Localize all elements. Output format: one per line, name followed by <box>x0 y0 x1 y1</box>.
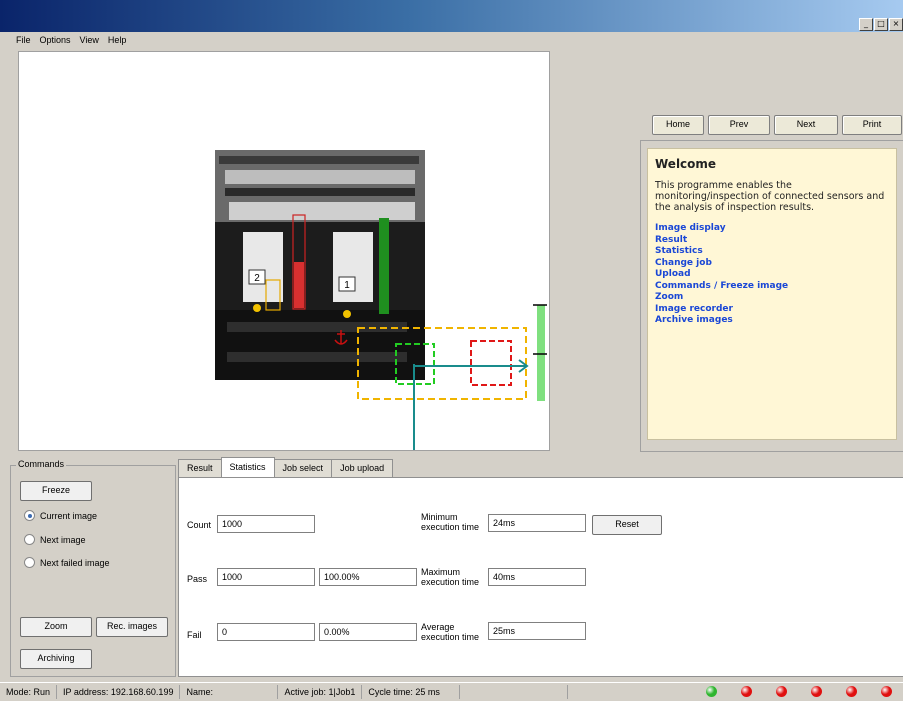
window-controls: _ □ × <box>859 18 903 31</box>
min-time-label: Minimum execution time <box>421 512 480 532</box>
radio-next-failed-image[interactable]: Next failed image <box>24 557 110 568</box>
tab-statistics[interactable]: Statistics <box>220 457 275 477</box>
status-cycle: Cycle time: 25 ms <box>362 685 461 699</box>
help-panel: Welcome This programme enables the monit… <box>647 148 897 440</box>
status-empty <box>460 685 569 699</box>
status-job: Active job: 1|Job1 <box>278 685 363 699</box>
pass-percent-field: 100.00% <box>319 568 417 586</box>
help-link-image-display[interactable]: Image display <box>655 223 889 235</box>
help-link-zoom[interactable]: Zoom <box>655 292 889 304</box>
help-link-change-job[interactable]: Change job <box>655 258 889 270</box>
help-link-upload[interactable]: Upload <box>655 269 889 281</box>
help-link-statistics[interactable]: Statistics <box>655 246 889 258</box>
avg-time-field: 25ms <box>488 622 586 640</box>
status-mode: Mode: Run <box>0 685 58 699</box>
minimize-button[interactable]: _ <box>859 18 873 31</box>
title-bar: _ □ × <box>0 0 903 32</box>
roi-label-2: 2 <box>254 273 260 284</box>
tab-job-select[interactable]: Job select <box>273 459 333 477</box>
archiving-button[interactable]: Archiving <box>20 649 92 669</box>
help-text: This programme enables the monitoring/in… <box>655 180 885 213</box>
roi-label-1: 1 <box>344 280 350 291</box>
help-link-image-recorder[interactable]: Image recorder <box>655 304 889 316</box>
max-time-field: 40ms <box>488 568 586 586</box>
status-led-red-icon <box>776 686 787 697</box>
reset-button[interactable]: Reset <box>592 515 662 535</box>
status-led-red-icon <box>846 686 857 697</box>
fail-label: Fail <box>187 630 202 640</box>
tab-job-upload[interactable]: Job upload <box>331 459 394 477</box>
sensor-image: 2 1 <box>215 150 547 450</box>
connector-bottom <box>215 310 425 380</box>
roi-red-box <box>470 340 512 386</box>
min-time-field: 24ms <box>488 514 586 532</box>
freeze-button[interactable]: Freeze <box>20 481 92 501</box>
count-field: 1000 <box>217 515 315 533</box>
help-link-archive-images[interactable]: Archive images <box>655 315 889 327</box>
menu-options[interactable]: Options <box>40 35 71 45</box>
status-name: Name: <box>180 685 279 699</box>
help-link-result[interactable]: Result <box>655 235 889 247</box>
fail-percent-field: 0.00% <box>319 623 417 641</box>
status-led-red-icon <box>811 686 822 697</box>
radio-label: Next image <box>40 534 86 545</box>
maximize-button[interactable]: □ <box>874 18 888 31</box>
radio-unselected-icon[interactable] <box>24 534 35 545</box>
zoom-button[interactable]: Zoom <box>20 617 92 637</box>
help-title: Welcome <box>655 157 717 171</box>
status-led-red-icon <box>881 686 892 697</box>
menu-bar: File Options View Help <box>0 32 903 48</box>
image-display[interactable]: 2 1 <box>18 51 550 451</box>
count-label: Count <box>187 520 212 530</box>
pass-field: 1000 <box>217 568 315 586</box>
radio-next-image[interactable]: Next image <box>24 534 86 545</box>
radio-unselected-icon[interactable] <box>24 557 35 568</box>
menu-file[interactable]: File <box>16 35 31 45</box>
commands-title: Commands <box>16 459 67 469</box>
pass-label: Pass <box>187 574 208 584</box>
avg-time-label: Average execution time <box>421 622 480 642</box>
print-button[interactable]: Print <box>842 115 902 135</box>
menu-help[interactable]: Help <box>108 35 127 45</box>
tab-result[interactable]: Result <box>178 459 222 477</box>
radio-selected-icon[interactable] <box>24 510 35 521</box>
status-led-green-icon <box>706 686 717 697</box>
radio-current-image[interactable]: Current image <box>24 510 97 521</box>
help-link-commands[interactable]: Commands / Freeze image <box>655 281 889 293</box>
close-button[interactable]: × <box>889 18 903 31</box>
roi-green-bar <box>379 218 389 314</box>
max-time-label: Maximum execution time <box>421 567 480 587</box>
status-led-red-icon <box>741 686 752 697</box>
menu-view[interactable]: View <box>80 35 99 45</box>
radio-label: Current image <box>40 510 98 521</box>
next-button[interactable]: Next <box>774 115 838 135</box>
rec-images-button[interactable]: Rec. images <box>96 617 168 637</box>
radio-label: Next failed image <box>40 557 110 568</box>
prev-button[interactable]: Prev <box>708 115 770 135</box>
fail-field: 0 <box>217 623 315 641</box>
home-button[interactable]: Home <box>652 115 704 135</box>
tab-strip: Result Statistics Job select Job upload <box>178 457 394 477</box>
status-bar: Mode: Run IP address: 192.168.60.199 Nam… <box>0 682 903 701</box>
status-ip: IP address: 192.168.60.199 <box>57 685 181 699</box>
